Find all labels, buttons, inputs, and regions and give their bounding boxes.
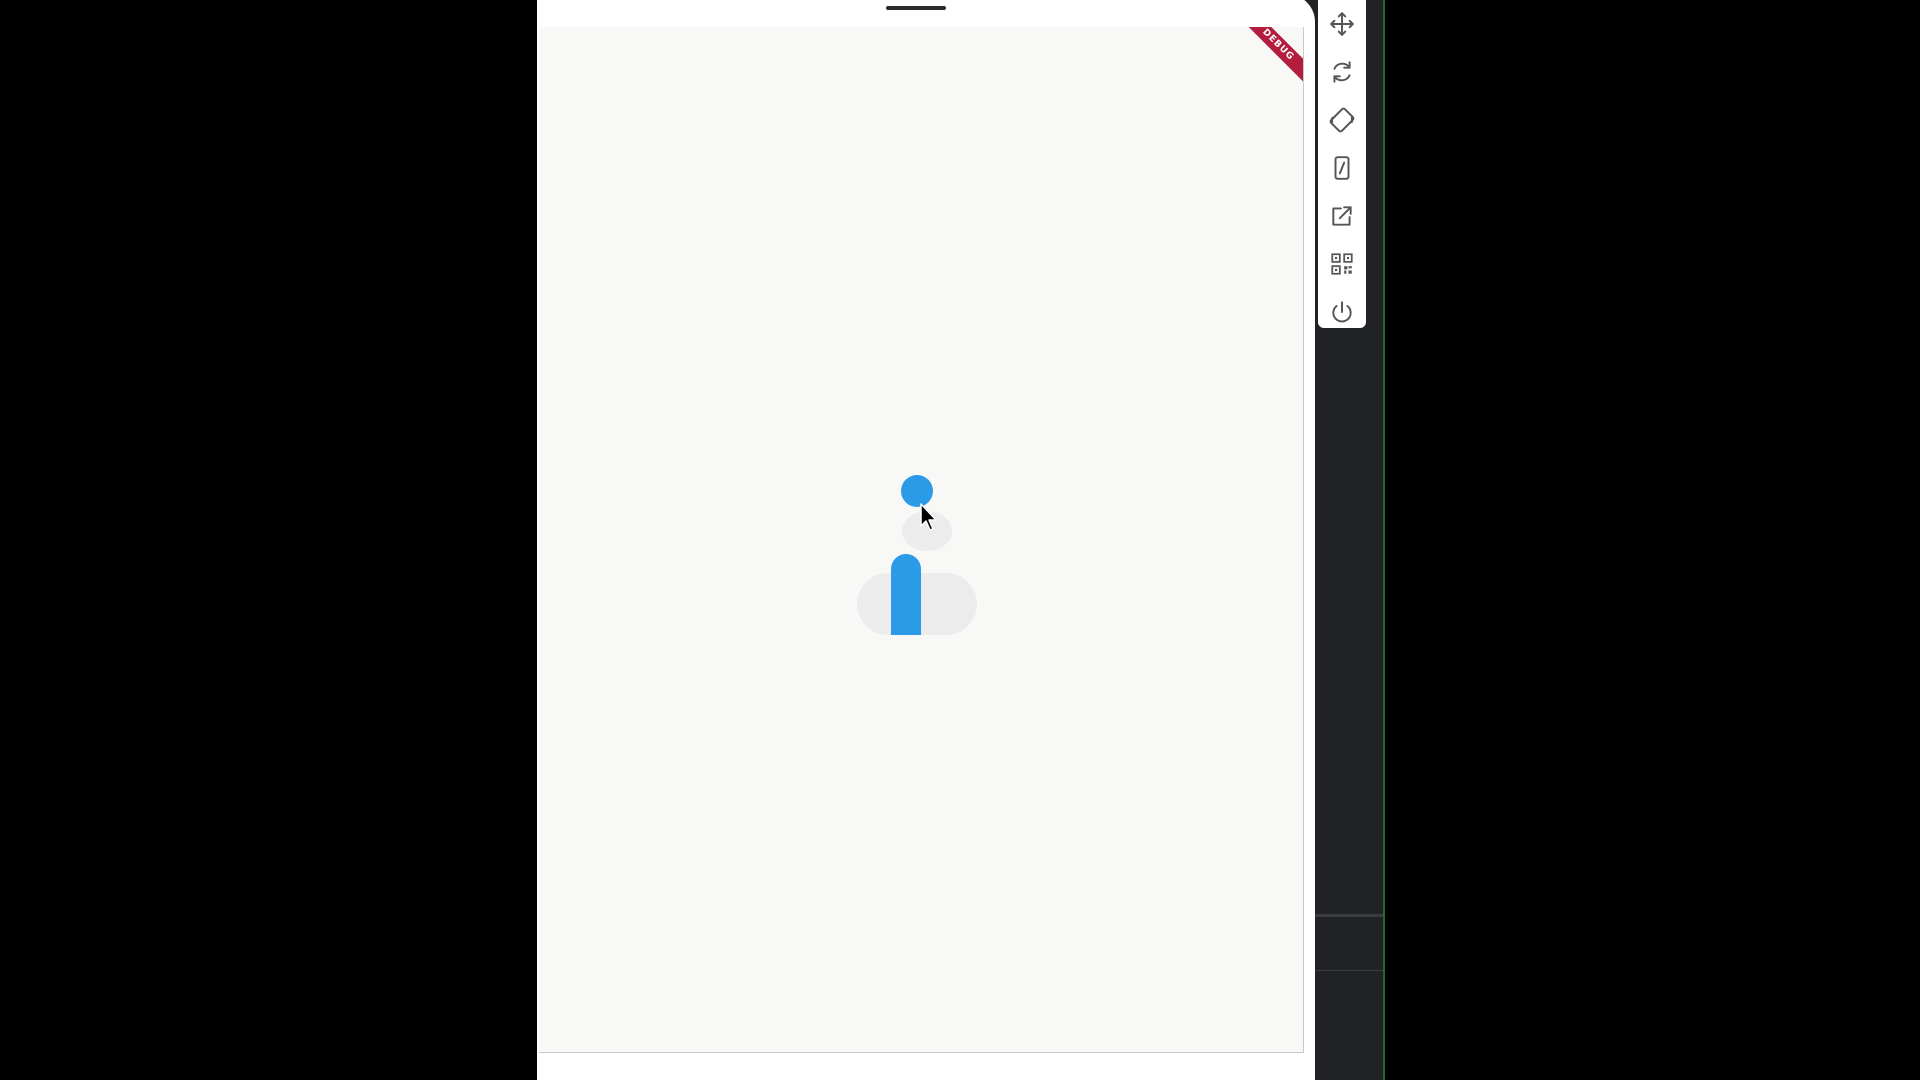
- power-button[interactable]: [1318, 292, 1366, 332]
- screen-rotation-icon: [1329, 107, 1355, 133]
- qr-code-icon: [1331, 253, 1353, 275]
- loading-indicator: [539, 27, 1303, 1052]
- open-external-button[interactable]: [1318, 196, 1366, 236]
- open-external-icon: [1332, 206, 1352, 226]
- device-screen[interactable]: DEBUG: [539, 27, 1304, 1053]
- device-frame: DEBUG: [537, 0, 1315, 1080]
- panel-divider: [1305, 914, 1383, 917]
- desktop: DEBUG: [0, 0, 1920, 1080]
- phone-icon: [1334, 156, 1350, 180]
- move-icon: [1330, 12, 1354, 36]
- move-button[interactable]: [1318, 4, 1366, 44]
- emulator-toolbar: [1318, 0, 1366, 328]
- screen-rotation-button[interactable]: [1318, 100, 1366, 140]
- mouse-cursor-icon: [920, 503, 937, 531]
- qr-code-button[interactable]: [1318, 244, 1366, 284]
- indicator-bar: [891, 554, 921, 635]
- rotate-button[interactable]: [1318, 52, 1366, 92]
- device-drag-handle[interactable]: [886, 6, 946, 10]
- rotate-icon: [1333, 61, 1351, 83]
- device-button[interactable]: [1318, 148, 1366, 188]
- power-icon: [1332, 301, 1352, 323]
- panel-divider: [1305, 970, 1383, 971]
